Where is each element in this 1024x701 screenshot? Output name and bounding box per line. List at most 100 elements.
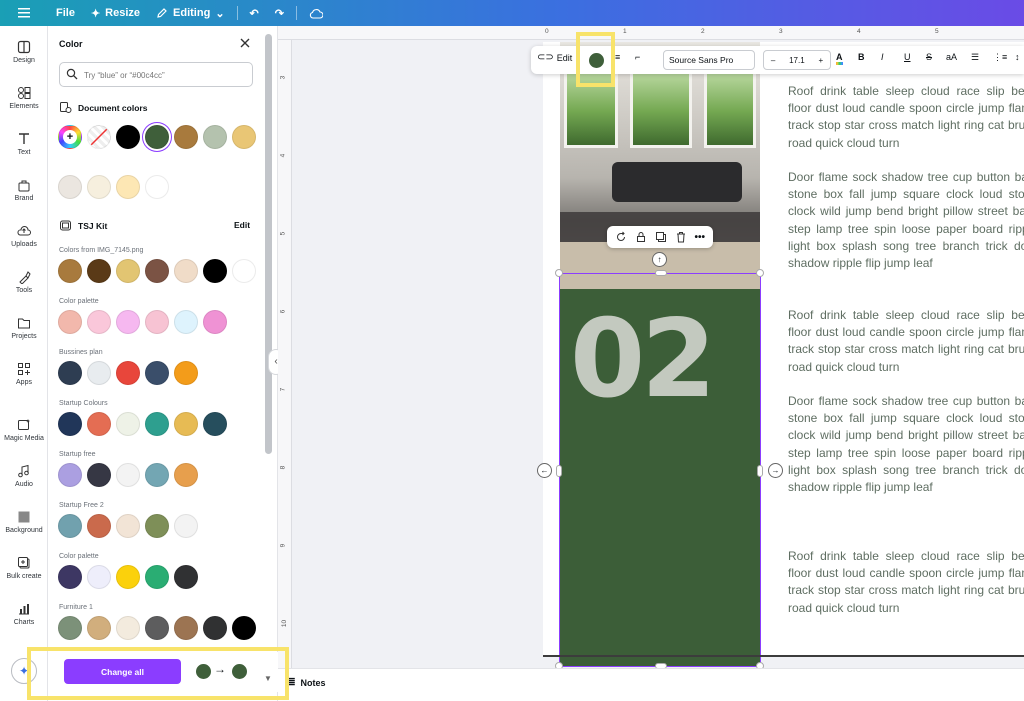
color-picker-button[interactable] [589, 53, 604, 68]
bold-button[interactable]: B [858, 52, 865, 62]
palette-color-swatch[interactable] [116, 310, 140, 334]
resize-button[interactable]: ✦ Resize [83, 0, 148, 26]
palette-color-swatch[interactable] [87, 412, 111, 436]
lock-icon[interactable] [635, 231, 647, 243]
palette-color-swatch[interactable] [174, 514, 198, 538]
palette-color-swatch[interactable] [58, 514, 82, 538]
line-weight-icon[interactable]: ≡ [615, 52, 620, 62]
body-paragraph[interactable]: Door flame sock shadow tree cup button b… [788, 169, 1024, 272]
body-paragraph[interactable]: Door flame sock shadow tree cup button b… [788, 393, 1024, 496]
rail-brand[interactable]: Brand [0, 178, 48, 202]
rail-magic-media[interactable]: Magic Media [0, 418, 48, 442]
palette-color-swatch[interactable] [145, 514, 169, 538]
font-family-select[interactable]: Source Sans Pro [663, 50, 755, 70]
panel-scrollbar[interactable] [265, 34, 272, 454]
palette-color-swatch[interactable] [58, 616, 82, 640]
palette-color-swatch[interactable] [145, 310, 169, 334]
italic-button[interactable]: I [881, 52, 884, 62]
rail-elements[interactable]: Elements [0, 86, 48, 110]
palette-color-swatch[interactable] [58, 412, 82, 436]
resize-handle[interactable] [655, 270, 667, 276]
close-panel-button[interactable] [238, 36, 252, 50]
palette-color-swatch[interactable] [116, 616, 140, 640]
text-color-button[interactable]: A [836, 52, 843, 65]
rail-charts[interactable]: Charts [0, 602, 48, 626]
scroll-down-icon[interactable]: ▼ [264, 674, 272, 683]
list-icon[interactable]: ⋮≡ [993, 52, 1007, 63]
transparent-swatch[interactable] [87, 125, 111, 149]
rail-uploads[interactable]: Uploads [0, 224, 48, 248]
document-color-swatch[interactable] [87, 175, 111, 199]
palette-color-swatch[interactable] [145, 616, 169, 640]
document-color-swatch[interactable] [58, 175, 82, 199]
palette-color-swatch[interactable] [87, 565, 111, 589]
palette-color-swatch[interactable] [116, 514, 140, 538]
resize-handle[interactable] [556, 465, 562, 477]
palette-color-swatch[interactable] [203, 616, 227, 640]
rail-background[interactable]: Background [0, 510, 48, 534]
duplicate-icon[interactable] [655, 231, 667, 243]
rotate-icon[interactable] [615, 231, 627, 243]
body-paragraph[interactable]: Roof drink table sleep cloud race slip b… [788, 307, 1024, 376]
palette-color-swatch[interactable] [145, 412, 169, 436]
palette-color-swatch[interactable] [58, 361, 82, 385]
file-menu[interactable]: File [48, 0, 83, 26]
magic-assistant-button[interactable]: ✦ [11, 658, 37, 684]
palette-color-swatch[interactable] [174, 616, 198, 640]
strikethrough-button[interactable]: S [926, 52, 932, 62]
increase-size-button[interactable]: + [818, 56, 823, 65]
edit-button[interactable]: ⊂⊃ Edit [537, 52, 572, 63]
document-color-swatch[interactable] [145, 175, 169, 199]
palette-color-swatch[interactable] [58, 310, 82, 334]
rail-audio[interactable]: Audio [0, 464, 48, 488]
rail-apps[interactable]: Apps [0, 362, 48, 386]
resize-handle[interactable] [757, 465, 763, 477]
palette-color-swatch[interactable] [58, 463, 82, 487]
palette-color-swatch[interactable] [203, 310, 227, 334]
palette-color-swatch[interactable] [87, 259, 111, 283]
move-right-button[interactable]: → [768, 463, 783, 478]
palette-color-swatch[interactable] [87, 616, 111, 640]
body-paragraph[interactable]: Roof drink table sleep cloud race slip b… [788, 83, 1024, 152]
palette-color-swatch[interactable] [116, 463, 140, 487]
palette-color-swatch[interactable] [174, 310, 198, 334]
palette-color-swatch[interactable] [116, 259, 140, 283]
palette-color-swatch[interactable] [174, 463, 198, 487]
palette-color-swatch[interactable] [116, 565, 140, 589]
palette-color-swatch[interactable] [116, 412, 140, 436]
palette-color-swatch[interactable] [203, 412, 227, 436]
palette-color-swatch[interactable] [174, 412, 198, 436]
palette-color-swatch[interactable] [232, 259, 256, 283]
palette-color-swatch[interactable] [203, 259, 227, 283]
document-color-swatch[interactable] [232, 125, 256, 149]
palette-color-swatch[interactable] [87, 361, 111, 385]
body-paragraph[interactable]: Roof drink table sleep cloud race slip b… [788, 548, 1024, 617]
palette-color-swatch[interactable] [145, 259, 169, 283]
rail-projects[interactable]: Projects [0, 316, 48, 340]
font-size-value[interactable]: 17.1 [789, 56, 805, 65]
palette-color-swatch[interactable] [145, 361, 169, 385]
palette-color-swatch[interactable] [116, 361, 140, 385]
palette-color-swatch[interactable] [145, 463, 169, 487]
document-color-swatch[interactable] [116, 125, 140, 149]
palette-color-swatch[interactable] [174, 259, 198, 283]
palette-color-swatch[interactable] [174, 565, 198, 589]
palette-color-swatch[interactable] [58, 259, 82, 283]
decrease-size-button[interactable]: – [771, 56, 775, 65]
palette-color-swatch[interactable] [145, 565, 169, 589]
corner-rounding-icon[interactable]: ⌐ [635, 52, 640, 62]
document-color-swatch[interactable] [203, 125, 227, 149]
palette-color-swatch[interactable] [232, 616, 256, 640]
menu-button[interactable] [0, 0, 48, 26]
trash-icon[interactable] [675, 231, 687, 243]
rail-bulk-create[interactable]: Bulk create [0, 556, 48, 580]
align-center-icon[interactable]: ☰ [971, 52, 979, 63]
case-button[interactable]: aA [946, 52, 957, 62]
palette-color-swatch[interactable] [87, 514, 111, 538]
palette-color-swatch[interactable] [87, 310, 111, 334]
undo-button[interactable]: ↶ [242, 0, 267, 26]
kit-edit-link[interactable]: Edit [234, 220, 250, 230]
color-search-input[interactable] [84, 67, 244, 83]
redo-button[interactable]: ↷ [267, 0, 292, 26]
editing-mode-button[interactable]: Editing ⌄ [148, 0, 233, 26]
